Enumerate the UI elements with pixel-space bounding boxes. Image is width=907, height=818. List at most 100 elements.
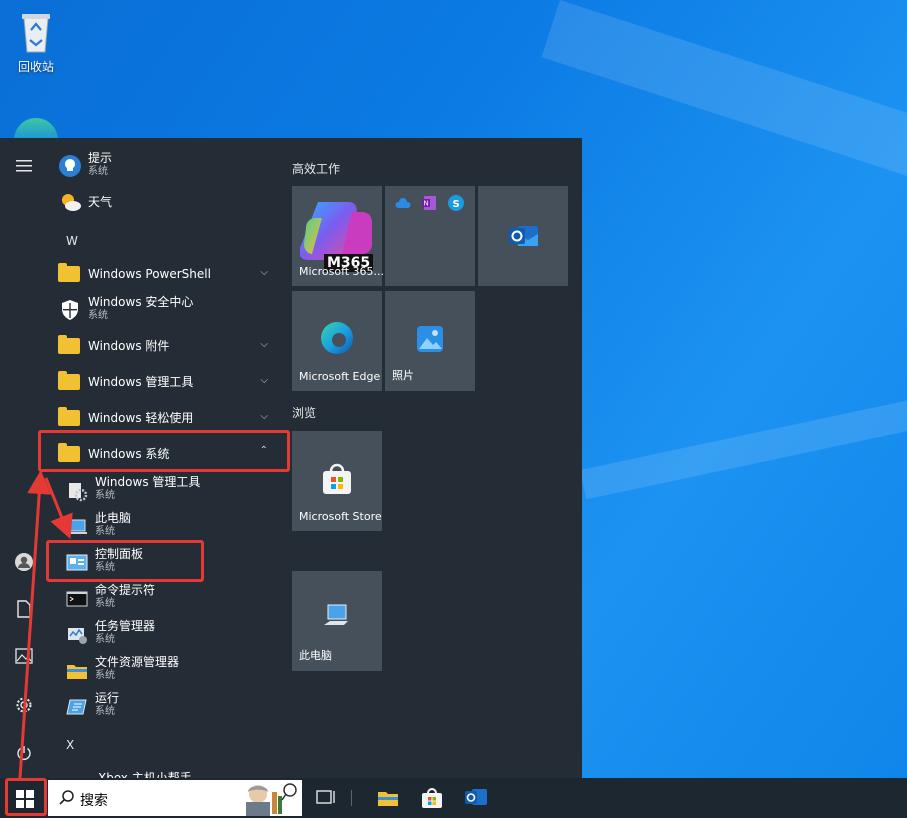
recycle-bin-icon [22, 14, 50, 53]
tile-label: Microsoft Edge [299, 370, 381, 383]
app-this-pc[interactable]: 此电脑 系统 [66, 510, 276, 544]
app-sublabel: 系统 [95, 670, 115, 681]
annotation-highlight-start [5, 778, 47, 816]
file-explorer-icon [67, 665, 87, 679]
tile-group-title[interactable]: 高效工作 [292, 160, 340, 177]
document-icon[interactable] [14, 600, 34, 620]
letter-header-w[interactable]: W [66, 234, 78, 248]
app-label: 天气 [88, 195, 113, 209]
search-highlight-illustration [246, 783, 297, 816]
skype-icon: S [448, 195, 464, 211]
folder-icon [58, 371, 80, 390]
tile-label: 照片 [392, 369, 414, 382]
app-label: Xbox 主机小帮手 [98, 771, 192, 778]
photos-icon [417, 326, 443, 352]
tile-office-folder[interactable]: N S [385, 186, 475, 286]
file-explorer-icon[interactable] [376, 786, 400, 810]
app-xbox-partial[interactable]: Xbox 主机小帮手 [58, 762, 278, 778]
app-command-prompt[interactable]: 命令提示符 系统 [66, 582, 276, 616]
lightbulb-icon [59, 155, 81, 177]
app-file-explorer[interactable]: 文件资源管理器 系统 [66, 654, 276, 688]
app-sublabel: 系统 [88, 310, 108, 321]
app-label: Windows 管理工具 [95, 475, 201, 489]
tile-label: Microsoft Store [299, 510, 382, 523]
app-label: 任务管理器 [95, 619, 156, 633]
app-sublabel: 系统 [95, 634, 115, 645]
desktop-icon-recycle-bin[interactable]: 回收站 [10, 10, 62, 75]
tile-microsoft-store[interactable]: Microsoft Store [292, 431, 382, 531]
app-sublabel: 系统 [95, 598, 115, 609]
app-windows-admin-tools[interactable]: Windows 管理工具 系统 [66, 474, 276, 508]
tiles-area: 高效工作 M365 Microsoft 365... N S Microsoft… [282, 138, 582, 778]
task-view-icon[interactable] [314, 786, 338, 810]
weather-icon [62, 194, 81, 211]
edge-icon [321, 322, 353, 354]
computer-icon [67, 519, 87, 534]
chevron-down-icon: ⌵ [260, 339, 268, 350]
app-label: 提示 [88, 151, 113, 165]
chevron-down-icon: ⌵ [260, 267, 268, 278]
store-icon[interactable] [420, 786, 444, 810]
onedrive-icon [395, 198, 411, 208]
app-sublabel: 系统 [95, 526, 115, 537]
app-run[interactable]: 运行 系统 [66, 690, 276, 724]
app-tips[interactable]: 提示 系统 [58, 150, 278, 182]
app-sublabel: 系统 [95, 490, 115, 501]
annotation-highlight-control-panel [46, 540, 204, 582]
chevron-down-icon: ⌵ [260, 411, 268, 422]
taskbar-separator [351, 790, 352, 806]
app-windows-security[interactable]: Windows 安全中心 系统 [58, 294, 278, 326]
folder-icon [58, 407, 80, 426]
tile-microsoft-edge[interactable]: Microsoft Edge [292, 291, 382, 391]
annotation-highlight-windows-system [38, 430, 290, 472]
tile-microsoft-365[interactable]: M365 Microsoft 365... [292, 186, 385, 286]
settings-icon[interactable] [14, 696, 34, 716]
outlook-icon [509, 226, 538, 246]
chevron-down-icon: ⌵ [260, 375, 268, 386]
hamburger-icon[interactable] [14, 158, 34, 178]
task-manager-icon [68, 628, 87, 644]
tile-label: Microsoft 365... [299, 265, 385, 278]
admin-tools-icon [69, 483, 88, 502]
tile-label: 此电脑 [299, 649, 332, 662]
outlook-icon[interactable] [464, 786, 488, 810]
folder-windows-accessories[interactable]: Windows 附件 ⌵ [58, 330, 278, 362]
search-icon [59, 790, 74, 805]
svg-text:N: N [424, 200, 429, 208]
tile-this-pc[interactable]: 此电脑 [292, 571, 382, 671]
app-label: 运行 [95, 691, 120, 705]
light-beam [541, 0, 907, 218]
recycle-bin-label: 回收站 [17, 60, 54, 74]
app-label: 此电脑 [95, 511, 132, 525]
svg-text:S: S [453, 199, 460, 210]
search-placeholder: 搜索 [80, 793, 108, 809]
terminal-icon [66, 591, 88, 607]
app-weather[interactable]: 天气 [58, 186, 278, 218]
app-label: 命令提示符 [95, 583, 156, 597]
letter-header-x[interactable]: X [66, 738, 74, 752]
app-label: 文件资源管理器 [95, 655, 180, 669]
pictures-icon[interactable] [14, 648, 34, 668]
user-icon[interactable] [14, 552, 34, 572]
app-label: Windows 安全中心 [88, 295, 194, 309]
folder-icon [58, 335, 80, 354]
folder-label: Windows 轻松使用 [88, 411, 194, 425]
app-task-manager[interactable]: 任务管理器 系统 [66, 618, 276, 652]
tile-group-title[interactable]: 浏览 [292, 404, 316, 421]
tile-photos[interactable]: 照片 [385, 291, 475, 391]
folder-label: Windows 管理工具 [88, 375, 194, 389]
light-beam [580, 382, 907, 500]
folder-label: Windows 附件 [88, 339, 170, 353]
app-sublabel: 系统 [95, 706, 115, 717]
folder-windows-powershell[interactable]: Windows PowerShell ⌵ [58, 258, 278, 290]
tile-outlook[interactable] [478, 186, 568, 286]
folder-icon [58, 263, 80, 282]
power-icon[interactable] [14, 744, 34, 764]
onenote-icon: N [422, 196, 436, 210]
folder-label: Windows PowerShell [88, 267, 211, 281]
taskbar: 搜索 [0, 778, 907, 818]
folder-windows-admin-tools[interactable]: Windows 管理工具 ⌵ [58, 366, 278, 398]
run-icon [66, 699, 87, 715]
search-box[interactable]: 搜索 [48, 780, 302, 816]
app-sublabel: 系统 [88, 166, 108, 177]
